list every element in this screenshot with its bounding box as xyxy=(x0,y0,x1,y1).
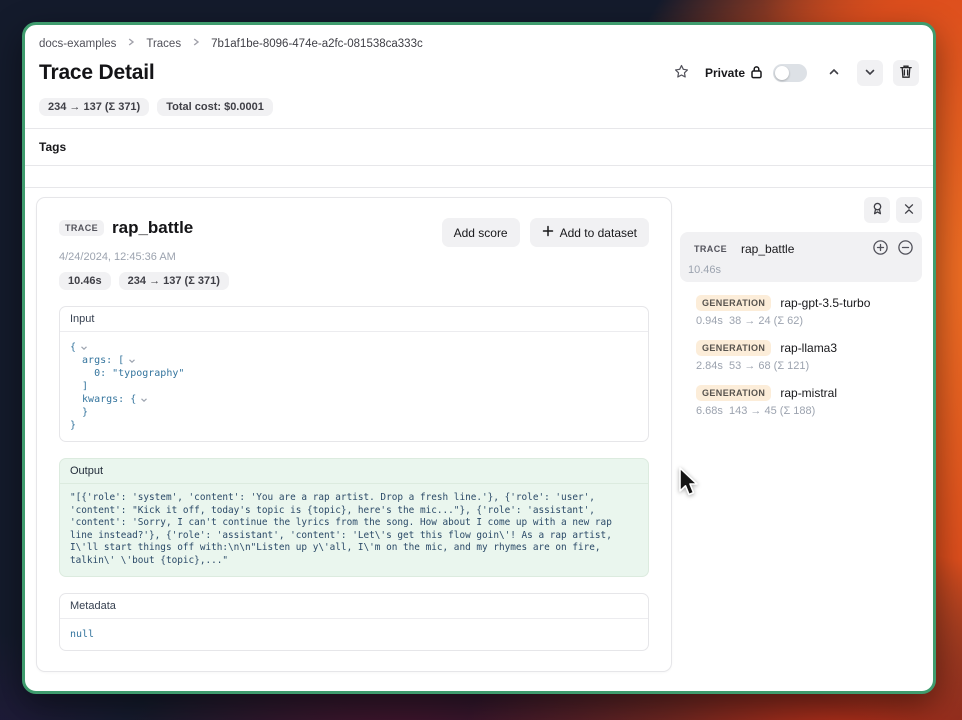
tags-section-label: Tags xyxy=(39,140,919,154)
add-to-dataset-label: Add to dataset xyxy=(560,226,637,240)
annotate-button[interactable] xyxy=(864,197,890,223)
output-text: "[{'role': 'system', 'content': 'You are… xyxy=(60,484,648,576)
plus-icon xyxy=(542,225,554,240)
json-line: { xyxy=(70,341,76,354)
circle-minus-icon xyxy=(897,239,914,259)
chevron-up-icon xyxy=(828,66,840,81)
total-cost-badge: Total cost: $0.0001 xyxy=(157,98,273,116)
metadata-value: null xyxy=(60,619,648,650)
input-json: { args: [ 0: "typography" ] kwargs: { } … xyxy=(60,332,648,441)
breadcrumb-traces[interactable]: Traces xyxy=(146,38,181,50)
tree-node-generation[interactable]: GENERATION rap-gpt-3.5-turbo 0.94s 38 → … xyxy=(696,295,922,327)
chevron-right-icon xyxy=(191,37,201,50)
breadcrumb-project[interactable]: docs-examples xyxy=(39,38,116,50)
add-score-button[interactable]: Add score xyxy=(442,218,520,247)
trace-latency-badge: 10.46s xyxy=(59,272,111,290)
collapse-tree-button[interactable] xyxy=(897,239,914,259)
divider xyxy=(25,165,933,166)
trace-type-badge: TRACE xyxy=(59,220,104,236)
next-trace-button[interactable] xyxy=(857,60,883,86)
award-icon xyxy=(870,201,885,219)
generation-name: rap-llama3 xyxy=(780,341,837,355)
public-sharing-toggle[interactable] xyxy=(773,64,807,82)
generation-metrics: 2.84s 53 → 68 (Σ 121) xyxy=(696,360,922,372)
tree-node-generation[interactable]: GENERATION rap-mistral 6.68s 143 → 45 (Σ… xyxy=(696,385,922,417)
output-section: Output "[{'role': 'system', 'content': '… xyxy=(59,458,649,577)
input-section: Input { args: [ 0: "typography" ] kwargs… xyxy=(59,306,649,442)
collapse-chevron-icon[interactable] xyxy=(80,344,88,352)
generation-type-badge: GENERATION xyxy=(696,385,771,401)
trace-token-badge: 234 → 137 (Σ 371) xyxy=(119,272,229,290)
app-window: docs-examples Traces 7b1af1be-8096-474e-… xyxy=(22,22,936,694)
collapse-vertical-icon xyxy=(902,202,916,219)
divider xyxy=(25,128,933,129)
json-line: } xyxy=(70,419,76,432)
trace-preview-card: TRACE rap_battle Add score Add to datase… xyxy=(36,197,672,672)
generation-name: rap-mistral xyxy=(780,386,837,400)
trace-timestamp: 4/24/2024, 12:45:36 AM xyxy=(59,251,649,263)
tree-trace-latency: 10.46s xyxy=(688,264,914,276)
collapse-chevron-icon[interactable] xyxy=(140,396,148,404)
metadata-section-label: Metadata xyxy=(60,594,648,619)
bookmark-star-button[interactable] xyxy=(669,60,695,86)
breadcrumb-trace-id: 7b1af1be-8096-474e-a2fc-081538ca333c xyxy=(211,38,423,50)
observation-tree: TRACE rap_battle 10.46s GENERATION xyxy=(680,197,922,672)
add-to-dataset-button[interactable]: Add to dataset xyxy=(530,218,649,247)
delete-trace-button[interactable] xyxy=(893,60,919,86)
generation-name: rap-gpt-3.5-turbo xyxy=(780,296,870,310)
privacy-label: Private xyxy=(705,66,745,80)
generation-type-badge: GENERATION xyxy=(696,340,771,356)
tree-trace-name: rap_battle xyxy=(741,242,864,256)
input-section-label: Input xyxy=(60,307,648,332)
page-title: Trace Detail xyxy=(39,61,155,85)
trash-icon xyxy=(899,64,913,82)
collapse-chevron-icon[interactable] xyxy=(128,357,136,365)
generation-type-badge: GENERATION xyxy=(696,295,771,311)
star-icon xyxy=(673,63,690,83)
tree-node-trace[interactable]: TRACE rap_battle 10.46s xyxy=(680,232,922,282)
metadata-section: Metadata null xyxy=(59,593,649,651)
chevron-right-icon xyxy=(126,37,136,50)
generation-metrics: 0.94s 38 → 24 (Σ 62) xyxy=(696,315,922,327)
desktop-wallpaper: docs-examples Traces 7b1af1be-8096-474e-… xyxy=(0,0,962,720)
previous-trace-button[interactable] xyxy=(821,60,847,86)
output-section-label: Output xyxy=(60,459,648,484)
collapse-all-button[interactable] xyxy=(896,197,922,223)
generation-metrics: 6.68s 143 → 45 (Σ 188) xyxy=(696,405,922,417)
chevron-down-icon xyxy=(864,66,876,81)
trace-type-badge: TRACE xyxy=(688,241,733,257)
breadcrumb: docs-examples Traces 7b1af1be-8096-474e-… xyxy=(36,35,922,50)
token-usage-badge: 234 → 137 (Σ 371) xyxy=(39,98,149,116)
json-line: 0: "typography" xyxy=(70,367,184,380)
toggle-knob xyxy=(775,66,789,80)
json-line: ] xyxy=(70,380,88,393)
json-line: } xyxy=(70,406,88,419)
circle-plus-icon xyxy=(872,239,889,259)
json-line: kwargs: { xyxy=(70,393,136,406)
trace-name: rap_battle xyxy=(112,218,193,238)
lock-icon xyxy=(750,65,763,82)
expand-all-button[interactable] xyxy=(872,239,889,259)
tree-node-generation[interactable]: GENERATION rap-llama3 2.84s 53 → 68 (Σ 1… xyxy=(696,340,922,372)
json-line: args: [ xyxy=(70,354,124,367)
